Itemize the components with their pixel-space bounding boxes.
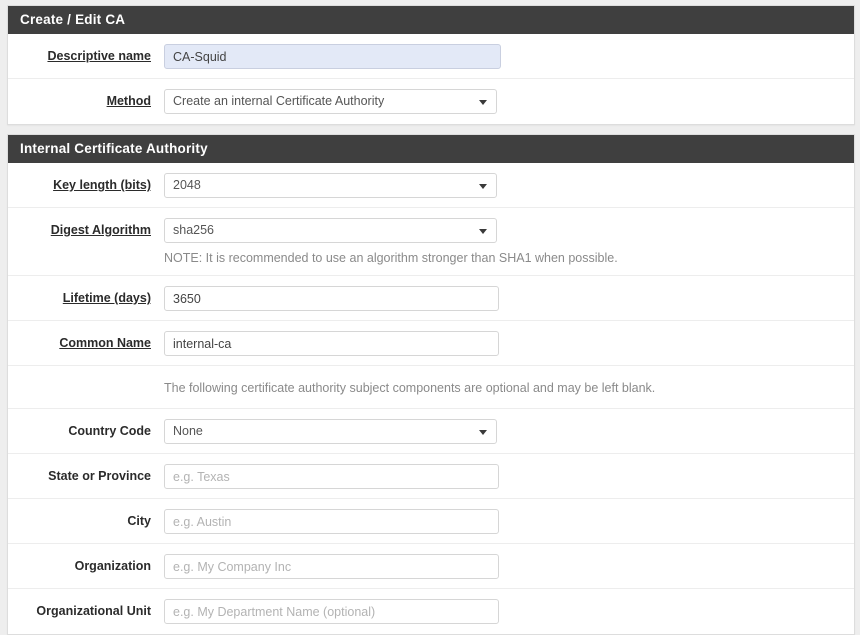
form-row-organization: Organization <box>8 544 854 589</box>
chevron-down-icon <box>479 100 487 105</box>
chevron-down-icon <box>479 229 487 234</box>
form-row-digest-algorithm: Digest Algorithm sha256 NOTE: It is reco… <box>8 208 854 276</box>
digest-algorithm-select[interactable]: sha256 <box>164 218 497 243</box>
control-wrap-method: Create an internal Certificate Authority <box>151 89 854 114</box>
panel-internal-certificate-authority: Internal Certificate Authority Key lengt… <box>7 134 855 635</box>
control-wrap-city <box>151 509 854 534</box>
common-name-input[interactable] <box>164 331 499 356</box>
organization-input[interactable] <box>164 554 499 579</box>
form-row-key-length: Key length (bits) 2048 <box>8 163 854 208</box>
label-lifetime-days: Lifetime (days) <box>8 286 151 306</box>
control-wrap-state-or-province <box>151 464 854 489</box>
label-state-or-province: State or Province <box>8 464 151 484</box>
control-wrap-organization <box>151 554 854 579</box>
label-descriptive-name-text: Descriptive name <box>47 49 151 63</box>
label-digest-algorithm: Digest Algorithm <box>8 218 151 238</box>
label-country-code-text: Country Code <box>68 424 151 438</box>
label-state-or-province-text: State or Province <box>48 469 151 483</box>
form-row-method: Method Create an internal Certificate Au… <box>8 79 854 124</box>
form-row-city: City <box>8 499 854 544</box>
panel-title-create-edit-ca: Create / Edit CA <box>8 6 854 34</box>
label-country-code: Country Code <box>8 419 151 439</box>
method-select-value: Create an internal Certificate Authority <box>173 94 385 108</box>
label-descriptive-name: Descriptive name <box>8 44 151 64</box>
label-organization-text: Organization <box>74 559 151 573</box>
country-code-select[interactable]: None <box>164 419 497 444</box>
country-code-select-value: None <box>173 424 203 438</box>
label-key-length-text: Key length (bits) <box>53 178 151 192</box>
digest-algorithm-note: NOTE: It is recommended to use an algori… <box>164 251 618 265</box>
label-common-name: Common Name <box>8 331 151 351</box>
key-length-select-value: 2048 <box>173 178 201 192</box>
method-select[interactable]: Create an internal Certificate Authority <box>164 89 497 114</box>
optional-components-note-text: The following certificate authority subj… <box>164 381 656 395</box>
form-row-lifetime-days: Lifetime (days) <box>8 276 854 321</box>
form-row-descriptive-name: Descriptive name <box>8 34 854 79</box>
label-optional-components-note <box>8 379 151 384</box>
key-length-select[interactable]: 2048 <box>164 173 497 198</box>
city-input[interactable] <box>164 509 499 534</box>
label-lifetime-days-text: Lifetime (days) <box>62 291 151 305</box>
label-method-text: Method <box>106 94 151 108</box>
label-city: City <box>8 509 151 529</box>
control-wrap-lifetime-days <box>151 286 854 311</box>
digest-algorithm-select-value: sha256 <box>173 223 215 237</box>
control-wrap-common-name <box>151 331 854 356</box>
label-key-length: Key length (bits) <box>8 173 151 193</box>
lifetime-days-input[interactable] <box>164 286 499 311</box>
form-row-country-code: Country Code None <box>8 409 854 454</box>
page-root: Create / Edit CA Descriptive name Method… <box>0 0 860 635</box>
panel-title-internal-certificate-authority: Internal Certificate Authority <box>8 135 854 163</box>
label-organizational-unit: Organizational Unit <box>8 599 151 619</box>
label-digest-algorithm-text: Digest Algorithm <box>50 223 151 237</box>
label-method: Method <box>8 89 151 109</box>
state-or-province-input[interactable] <box>164 464 499 489</box>
control-wrap-key-length: 2048 <box>151 173 854 198</box>
form-row-optional-components-note: The following certificate authority subj… <box>8 366 854 409</box>
chevron-down-icon <box>479 184 487 189</box>
form-row-state-or-province: State or Province <box>8 454 854 499</box>
control-wrap-descriptive-name <box>151 44 854 69</box>
form-row-common-name: Common Name <box>8 321 854 366</box>
descriptive-name-input[interactable] <box>164 44 501 69</box>
label-city-text: City <box>127 514 151 528</box>
label-common-name-text: Common Name <box>59 336 151 350</box>
panel-create-edit-ca: Create / Edit CA Descriptive name Method… <box>7 5 855 125</box>
label-organizational-unit-text: Organizational Unit <box>36 604 151 618</box>
control-wrap-country-code: None <box>151 419 854 444</box>
organizational-unit-input[interactable] <box>164 599 499 624</box>
chevron-down-icon <box>479 430 487 435</box>
label-organization: Organization <box>8 554 151 574</box>
control-wrap-digest-algorithm: sha256 NOTE: It is recommended to use an… <box>151 218 854 266</box>
control-wrap-organizational-unit <box>151 599 854 624</box>
